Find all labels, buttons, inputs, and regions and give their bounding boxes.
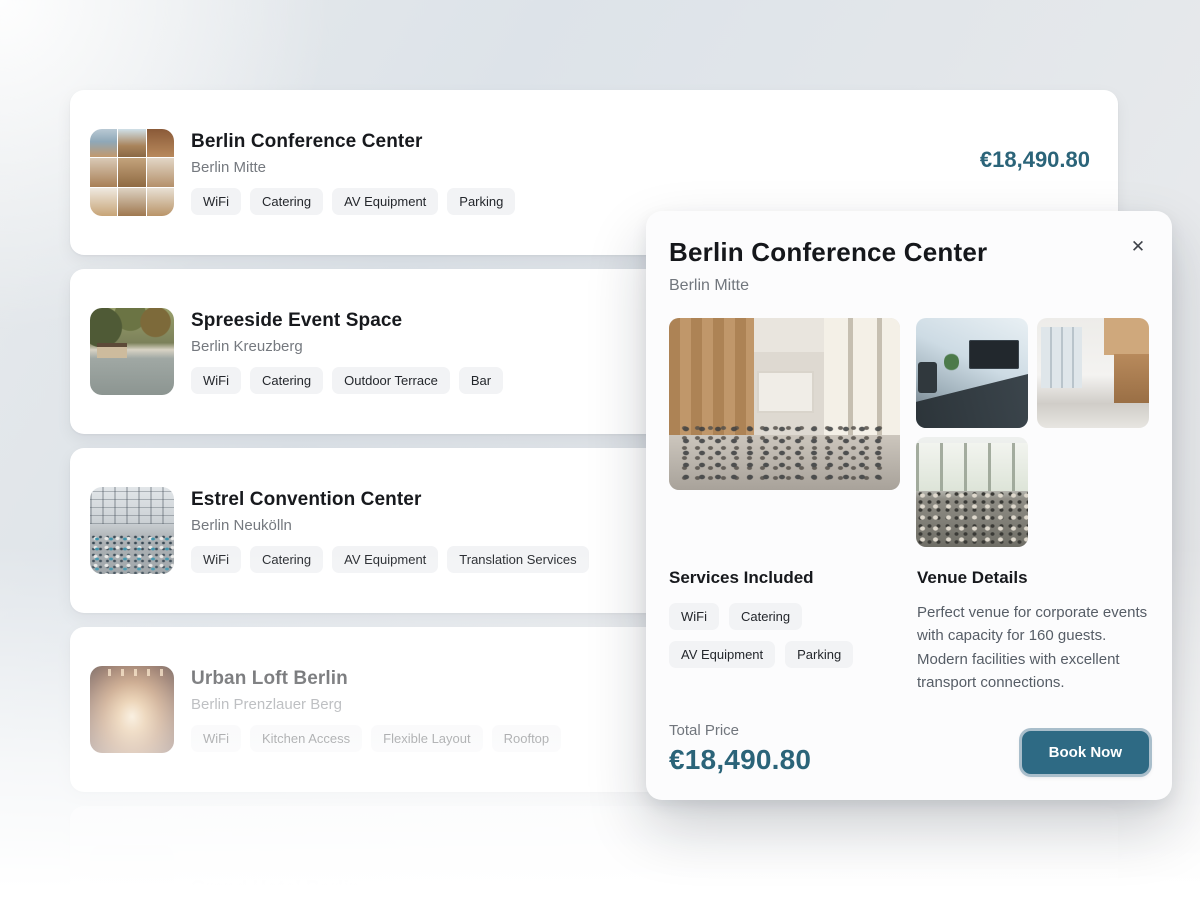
- modal-subtitle: Berlin Mitte: [669, 277, 1149, 295]
- tag: Catering: [250, 546, 323, 573]
- venue-thumbnail-loft: [90, 666, 174, 753]
- tag: Rooftop: [492, 725, 562, 752]
- tag: AV Equipment: [332, 188, 438, 215]
- tag: Parking: [785, 641, 853, 668]
- tag: WiFi: [191, 546, 241, 573]
- total-price-label: Total Price: [669, 722, 811, 739]
- book-now-button[interactable]: Book Now: [1022, 731, 1149, 774]
- services-heading: Services Included: [669, 568, 917, 588]
- gallery-photo-meeting-room: [916, 318, 1028, 428]
- venue-thumbnail-collage: [90, 129, 174, 216]
- tag: Kitchen Access: [250, 725, 362, 752]
- gallery-photo-conference-hall: [669, 318, 900, 490]
- tag: Catering: [729, 603, 802, 630]
- venue-name: Grand Hotel Berlin: [191, 878, 1090, 900]
- tag: Bar: [459, 367, 503, 394]
- tag: Catering: [250, 188, 323, 215]
- services-tags: WiFi Catering AV Equipment Parking: [669, 603, 884, 668]
- venue-details-text: Perfect venue for corporate events with …: [917, 601, 1149, 694]
- venue-thumbnail-placeholder: [90, 845, 174, 907]
- tag: AV Equipment: [332, 546, 438, 573]
- tag: WiFi: [191, 367, 241, 394]
- tag: WiFi: [191, 725, 241, 752]
- total-price-value: €18,490.80: [669, 744, 811, 776]
- venue-details-heading: Venue Details: [917, 568, 1149, 588]
- tag: WiFi: [669, 603, 719, 630]
- photo-gallery: [669, 318, 1149, 547]
- gallery-photo-restaurant: [916, 437, 1028, 547]
- venue-thumbnail-riverside: [90, 308, 174, 395]
- venue-thumbnail-convention-hall: [90, 487, 174, 574]
- venue-location: Berlin Mitte: [191, 159, 963, 176]
- tag: WiFi: [191, 188, 241, 215]
- tag: Outdoor Terrace: [332, 367, 450, 394]
- tag: AV Equipment: [669, 641, 775, 668]
- modal-title: Berlin Conference Center: [669, 237, 1149, 268]
- venue-card-grand-hotel-berlin[interactable]: Grand Hotel Berlin: [70, 806, 1118, 907]
- venue-name: Berlin Conference Center: [191, 131, 963, 153]
- gallery-photo-lobby-reception: [1037, 318, 1149, 428]
- tag: Flexible Layout: [371, 725, 482, 752]
- tag: Parking: [447, 188, 515, 215]
- tag: Catering: [250, 367, 323, 394]
- venue-detail-modal: ✕ Berlin Conference Center Berlin Mitte: [646, 211, 1172, 800]
- close-icon[interactable]: ✕: [1124, 233, 1152, 261]
- venue-price: €18,490.80: [980, 147, 1090, 173]
- tag: Translation Services: [447, 546, 588, 573]
